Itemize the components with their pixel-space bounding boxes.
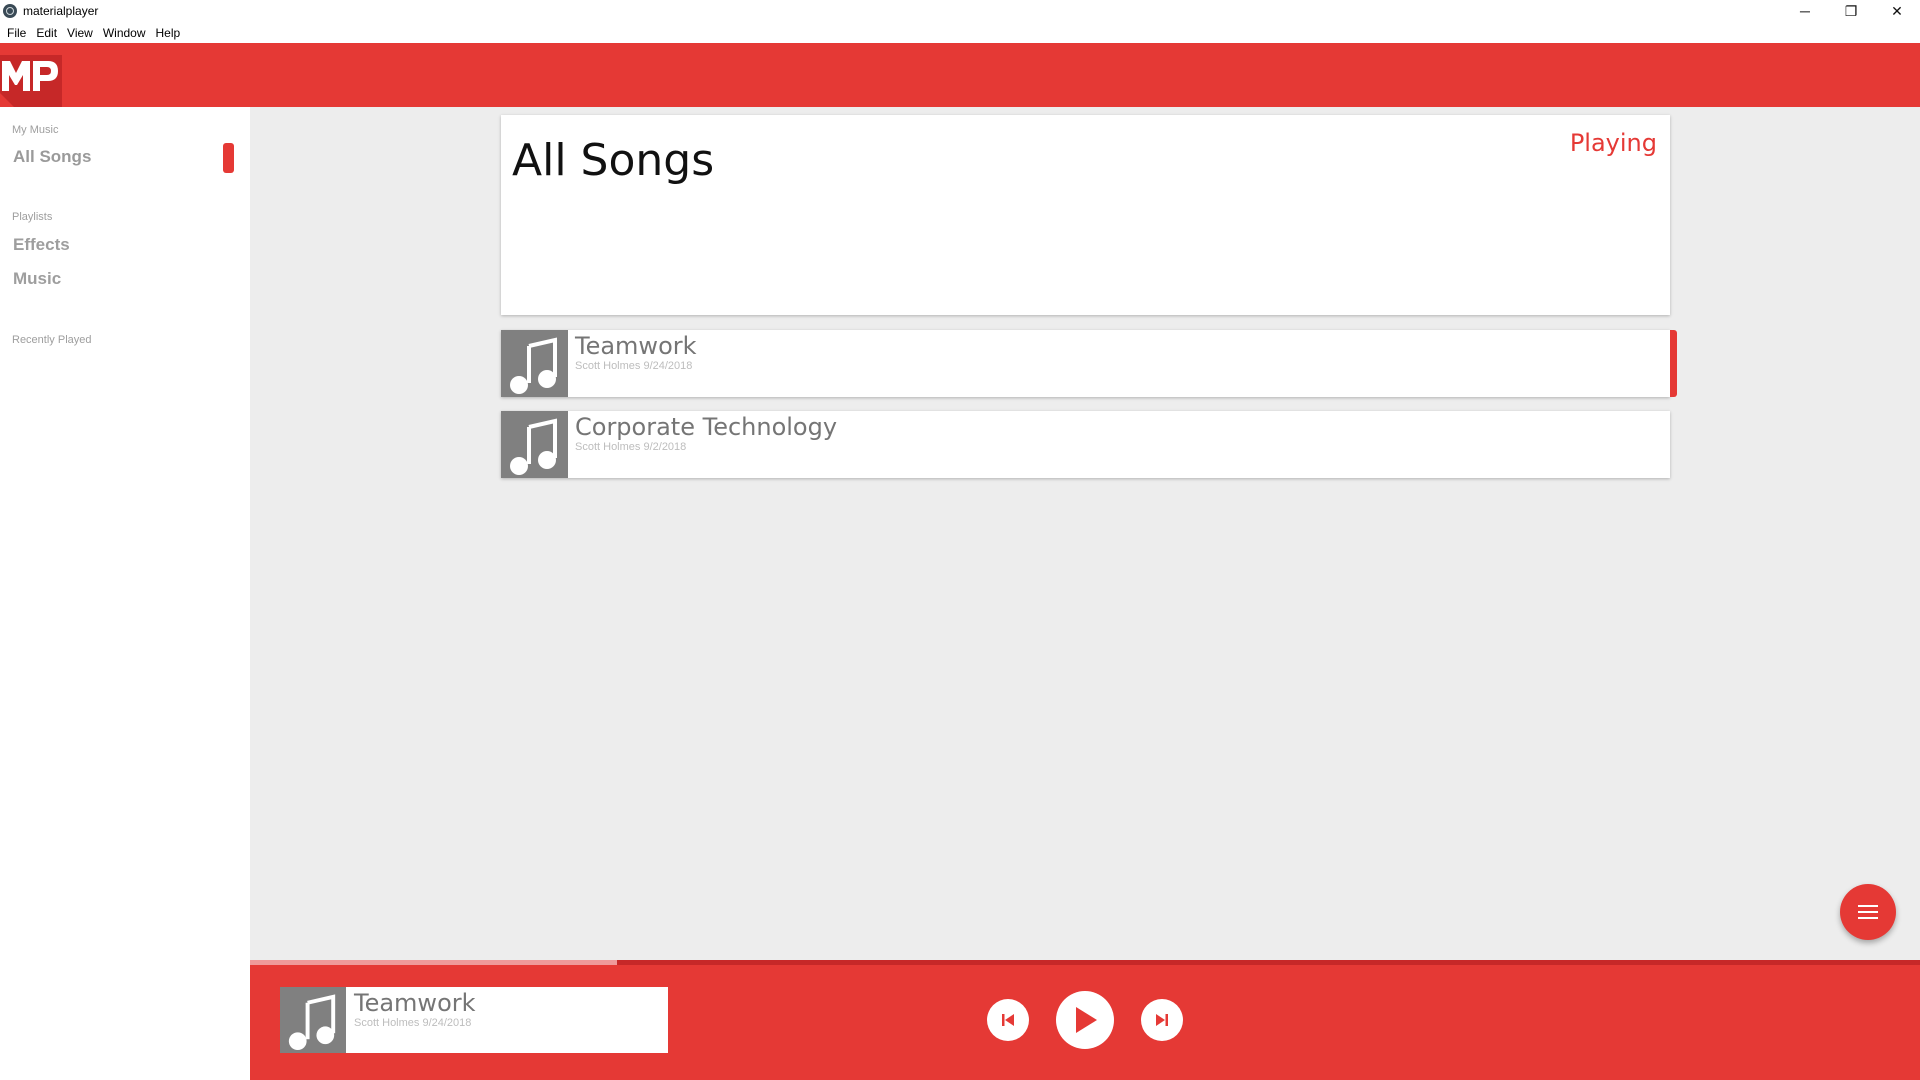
play-button[interactable]: [1056, 991, 1114, 1049]
music-note-icon: [501, 411, 568, 478]
sidebar-item-all-songs[interactable]: All Songs: [13, 147, 91, 167]
song-row[interactable]: Teamwork Scott Holmes 9/24/2018: [501, 330, 1677, 397]
next-button[interactable]: [1141, 999, 1183, 1041]
close-button[interactable]: ✕: [1874, 0, 1920, 22]
minimize-button[interactable]: ─: [1782, 0, 1828, 22]
sidebar: My Music All Songs Playlists Effects Mus…: [0, 107, 250, 1080]
now-playing-meta: Scott Holmes 9/24/2018: [354, 1017, 472, 1029]
previous-button[interactable]: [987, 999, 1029, 1041]
now-playing-card[interactable]: Teamwork Scott Holmes 9/24/2018: [280, 987, 668, 1053]
menu-fab-button[interactable]: [1840, 884, 1896, 940]
skip-previous-icon: [1002, 1014, 1014, 1026]
menu-file[interactable]: File: [3, 26, 30, 40]
window-title: materialplayer: [23, 4, 99, 18]
menu-window[interactable]: Window: [99, 26, 150, 40]
playing-link[interactable]: Playing: [1570, 129, 1657, 157]
song-title: Teamwork: [575, 332, 697, 360]
page-header-card: All Songs Playing: [501, 115, 1670, 315]
song-row[interactable]: Corporate Technology Scott Holmes 9/2/20…: [501, 411, 1670, 478]
player-bar: Teamwork Scott Holmes 9/24/2018: [250, 965, 1920, 1080]
song-title: Corporate Technology: [575, 413, 838, 441]
page-title: All Songs: [512, 135, 715, 186]
menu-bar: File Edit View Window Help: [0, 22, 1920, 43]
play-icon: [1076, 1007, 1097, 1033]
section-playlists: Playlists: [12, 211, 53, 223]
title-bar: materialplayer ─ ❐ ✕: [0, 0, 1920, 22]
restore-button[interactable]: ❐: [1828, 0, 1874, 22]
sidebar-item-effects[interactable]: Effects: [13, 235, 70, 255]
song-meta: Scott Holmes 9/24/2018: [575, 360, 693, 372]
music-note-icon: [280, 987, 346, 1053]
app-header: [0, 43, 1920, 107]
skip-next-icon: [1156, 1014, 1168, 1026]
menu-help[interactable]: Help: [152, 26, 185, 40]
menu-view[interactable]: View: [63, 26, 97, 40]
window-controls: ─ ❐ ✕: [1782, 0, 1920, 22]
now-playing-indicator: [1670, 330, 1677, 397]
menu-icon: [1858, 905, 1878, 919]
music-note-icon: [501, 330, 568, 397]
section-recently-played: Recently Played: [12, 334, 92, 346]
now-playing-title: Teamwork: [354, 989, 476, 1017]
app-icon: [3, 4, 17, 18]
song-meta: Scott Holmes 9/2/2018: [575, 441, 687, 453]
sidebar-item-music[interactable]: Music: [13, 269, 61, 289]
logo: [0, 55, 62, 107]
menu-edit[interactable]: Edit: [32, 26, 61, 40]
active-indicator: [223, 143, 234, 173]
section-my-music: My Music: [12, 124, 59, 136]
